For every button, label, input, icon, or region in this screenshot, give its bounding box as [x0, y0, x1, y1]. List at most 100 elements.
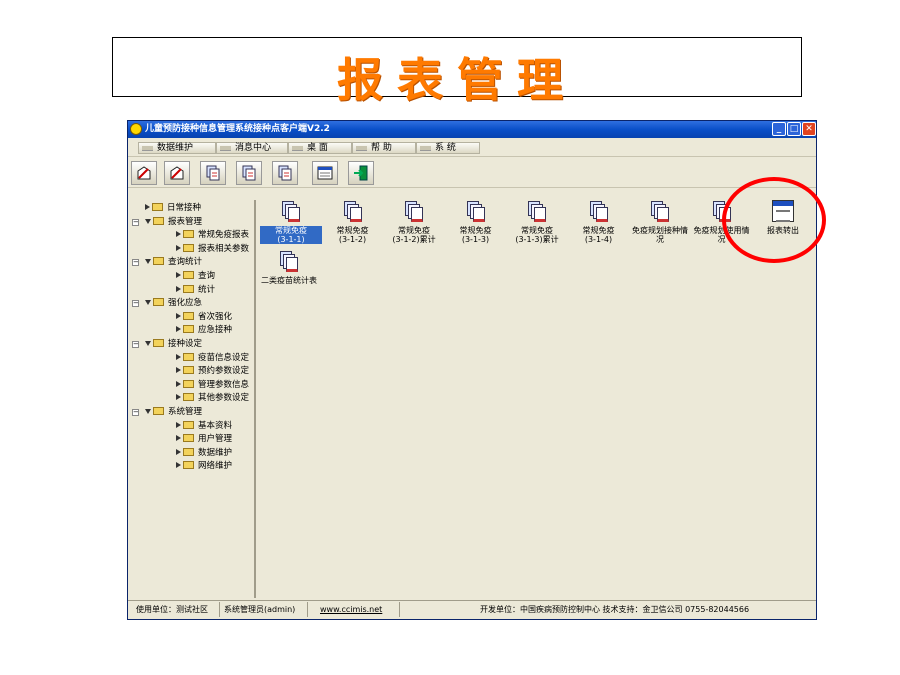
- tree-node[interactable]: − 强化应急: [132, 297, 202, 309]
- tree-node[interactable]: − 接种设定: [132, 338, 202, 350]
- tree-node-label: 基本资料: [198, 420, 233, 431]
- folder-icon: [153, 216, 164, 225]
- tree-node-label: 用户管理: [198, 434, 233, 445]
- report-doc-icon: [242, 165, 256, 181]
- collapse-icon[interactable]: −: [132, 409, 139, 416]
- tree-node[interactable]: 基本资料: [176, 420, 232, 432]
- minimize-button[interactable]: _: [772, 122, 786, 136]
- window-icon: [317, 166, 333, 180]
- folder-icon: [183, 420, 194, 429]
- window-title: 儿童预防接种信息管理系统接种点客户端V2.2: [145, 124, 330, 134]
- status-unit: 使用单位：测试社区: [132, 602, 220, 617]
- smiley-app-icon: [130, 123, 142, 135]
- edit-doc-icon: [170, 166, 184, 180]
- report-item[interactable]: 常规免疫 (3-1-2): [322, 200, 384, 244]
- toolbar-button-report-1[interactable]: [200, 161, 226, 185]
- report-doc-icon: [650, 200, 670, 222]
- tree-node-label: 强化应急: [168, 298, 203, 309]
- report-item[interactable]: 常规免疫 (3-1-3)累计: [506, 200, 568, 244]
- menu-system[interactable]: 系 统: [416, 142, 480, 154]
- menu-help[interactable]: 帮 助: [352, 142, 416, 154]
- window-titlebar[interactable]: 儿童预防接种信息管理系统接种点客户端V2.2 _ □ ✕: [128, 121, 816, 138]
- arrow-right-icon: [176, 421, 181, 428]
- tree-node[interactable]: 常规免疫报表: [176, 229, 249, 241]
- report-label: 常规免疫: [521, 226, 553, 235]
- report-item[interactable]: 常规免疫 (3-1-4): [568, 200, 630, 244]
- report-sublabel: (3-1-4): [584, 235, 613, 244]
- maximize-button[interactable]: □: [787, 122, 801, 136]
- tree-node[interactable]: 日常接种: [132, 202, 201, 214]
- folder-icon: [183, 379, 194, 388]
- tree-node[interactable]: 省次强化: [176, 311, 232, 323]
- arrow-right-icon: [176, 312, 181, 319]
- arrow-right-icon: [176, 285, 181, 292]
- status-website-link[interactable]: www.ccimis.net: [316, 602, 400, 617]
- report-sublabel: 况: [656, 235, 664, 244]
- folder-icon: [183, 434, 194, 443]
- arrow-down-icon: [145, 409, 151, 414]
- tree-node[interactable]: 报表相关参数: [176, 243, 249, 255]
- report-label: 免疫规划接种情: [632, 226, 688, 235]
- status-developer: 开发单位：中国疾病预防控制中心 技术支持：金卫信公司 0755-82044566: [480, 605, 750, 614]
- tree-node-label: 疫苗信息设定: [198, 352, 250, 363]
- toolbar-button-window[interactable]: [312, 161, 338, 185]
- tree-node[interactable]: − 查询统计: [132, 256, 202, 268]
- report-doc-icon: [281, 200, 301, 222]
- arrow-right-icon: [176, 244, 181, 251]
- report-item[interactable]: 常规免疫 (3-1-2)累计: [383, 200, 445, 244]
- folder-icon: [183, 461, 194, 470]
- report-label: 常规免疫: [398, 226, 430, 235]
- folder-icon: [183, 271, 194, 279]
- tree-node[interactable]: 其他参数设定: [176, 392, 249, 404]
- menu-message-center[interactable]: 消息中心: [216, 142, 288, 154]
- app-window: 儿童预防接种信息管理系统接种点客户端V2.2 _ □ ✕ 数据维护 消息中心 桌…: [127, 120, 817, 620]
- toolbar-button-report-3[interactable]: [272, 161, 298, 185]
- tree-node[interactable]: 应急接种: [176, 324, 232, 336]
- toolbar-button-report-2[interactable]: [236, 161, 262, 185]
- collapse-icon[interactable]: −: [132, 259, 139, 267]
- toolbar-button-edit-1[interactable]: [131, 161, 157, 185]
- tree-node[interactable]: 疫苗信息设定: [176, 352, 249, 364]
- toolbar-button-edit-2[interactable]: [164, 161, 190, 185]
- arrow-right-icon: [176, 272, 181, 278]
- report-label: 常规免疫: [582, 226, 615, 235]
- folder-icon: [183, 311, 194, 320]
- menubar: 数据维护 消息中心 桌 面 帮 助 系 统: [128, 139, 816, 157]
- tree-node-label: 系统管理: [168, 407, 203, 417]
- tree-node-label: 省次强化: [198, 311, 233, 322]
- report-sublabel: (3-1-1): [260, 235, 322, 244]
- report-item[interactable]: 常规免疫 (3-1-3): [445, 200, 507, 244]
- menu-data-maintenance[interactable]: 数据维护: [138, 142, 216, 154]
- folder-icon: [153, 257, 164, 266]
- tree-node-label: 查询: [198, 271, 216, 281]
- report-item[interactable]: 免疫规划接种情况: [629, 200, 691, 244]
- toolbar-button-exit[interactable]: [348, 161, 374, 185]
- tree-node[interactable]: 用户管理: [176, 433, 232, 445]
- tree-node[interactable]: 查询: [176, 270, 215, 282]
- tree-node[interactable]: 网络维护: [176, 460, 232, 472]
- tree-node[interactable]: 统计: [176, 284, 215, 296]
- collapse-icon[interactable]: −: [132, 300, 139, 308]
- arrow-right-icon: [176, 462, 181, 469]
- highlight-circle-annotation: [722, 177, 826, 263]
- report-item[interactable]: 常规免疫 (3-1-1): [260, 200, 322, 244]
- collapse-icon[interactable]: −: [132, 341, 139, 348]
- collapse-icon[interactable]: −: [132, 218, 139, 226]
- tree-node[interactable]: − 系统管理: [132, 406, 202, 418]
- report-icon-area: 常规免疫 (3-1-1) 常规免疫 (3-1-2) 常规免疫 (3-1-2)累计 常规免疫(…: [258, 200, 816, 598]
- arrow-right-icon: [176, 353, 181, 360]
- tree-node[interactable]: 数据维护: [176, 447, 232, 459]
- tree-node-label: 统计: [198, 284, 216, 295]
- tree-node[interactable]: 预约参数设定: [176, 365, 249, 377]
- folder-icon: [183, 230, 194, 239]
- tree-node-label: 查询统计: [168, 257, 203, 268]
- arrow-down-icon: [145, 300, 151, 306]
- report-doc-icon: [279, 250, 299, 272]
- tree-node[interactable]: − 报表管理: [132, 216, 202, 228]
- report-label: 常规免疫: [336, 226, 369, 235]
- report-doc-icon: [527, 200, 547, 222]
- close-button[interactable]: ✕: [802, 122, 816, 136]
- report-item[interactable]: 二类疫苗统计表: [258, 250, 320, 285]
- menu-desktop[interactable]: 桌 面: [288, 142, 352, 154]
- tree-node[interactable]: 管理参数信息: [176, 379, 249, 391]
